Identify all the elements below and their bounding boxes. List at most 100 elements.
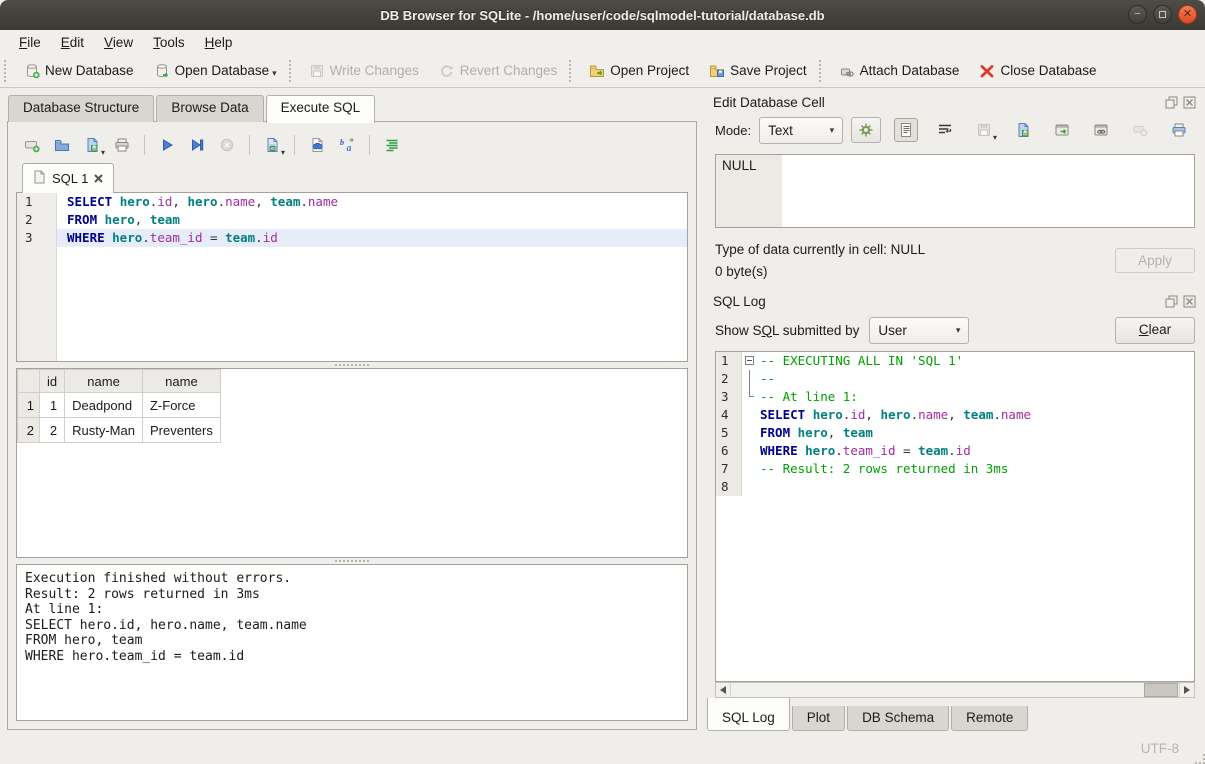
write-changes-button[interactable]: Write Changes	[301, 59, 427, 83]
table-cell[interactable]: Deadpond	[65, 393, 143, 418]
close-panel-icon[interactable]	[1182, 294, 1197, 309]
save-results-button[interactable]: ▾	[260, 133, 284, 157]
titlebar[interactable]: DB Browser for SQLite - /home/user/code/…	[0, 0, 1205, 30]
fold-margin[interactable]	[742, 370, 758, 388]
dock-tab-plot[interactable]: Plot	[792, 706, 845, 731]
scrollbar-thumb[interactable]	[1144, 683, 1178, 697]
find-button[interactable]	[305, 133, 329, 157]
dock-tab-db-schema[interactable]: DB Schema	[847, 706, 949, 731]
column-header[interactable]: name	[142, 370, 220, 393]
open-window-button[interactable]	[1050, 118, 1074, 142]
toolbar-handle[interactable]	[569, 60, 575, 82]
print-button[interactable]	[110, 133, 134, 157]
row-number-cell[interactable]: 1	[18, 393, 40, 418]
table-row[interactable]: 11DeadpondZ-Force	[18, 393, 221, 418]
table-cell[interactable]: 1	[40, 393, 65, 418]
execute-line-button[interactable]	[185, 133, 209, 157]
menu-edit[interactable]: Edit	[52, 33, 93, 52]
fold-collapse-icon[interactable]	[745, 356, 754, 365]
stop-button[interactable]	[215, 133, 239, 157]
export-save-button[interactable]	[1011, 118, 1035, 142]
close-database-button[interactable]: Close Database	[971, 59, 1104, 83]
chevron-down-icon[interactable]: ▾	[101, 148, 105, 157]
chevron-down-icon[interactable]: ▾	[281, 148, 285, 157]
fold-margin[interactable]	[742, 352, 758, 370]
tab-browse-data[interactable]: Browse Data	[156, 95, 263, 122]
sql-log-filter-select[interactable]: User ▾	[869, 317, 969, 344]
print-small-button[interactable]	[1167, 118, 1191, 142]
editor-line[interactable]: 3WHERE hero.team_id = team.id	[17, 229, 687, 247]
link-window-button[interactable]	[1089, 118, 1113, 142]
word-wrap-button[interactable]	[933, 118, 957, 142]
fold-margin[interactable]	[742, 388, 758, 406]
float-panel-icon[interactable]	[1164, 294, 1179, 309]
editor-line[interactable]: 1SELECT hero.id, hero.name, team.name	[17, 193, 687, 211]
execute-button[interactable]	[155, 133, 179, 157]
menu-tools[interactable]: Tools	[144, 33, 194, 52]
sql-save-button[interactable]: ▾	[80, 133, 104, 157]
save-project-button[interactable]: Save Project	[701, 59, 815, 83]
toolbar-handle[interactable]	[289, 60, 295, 82]
attach-database-button[interactable]: Attach Database	[831, 59, 968, 83]
encoding-indicator[interactable]: UTF-8	[1141, 741, 1179, 756]
fold-margin[interactable]	[742, 406, 758, 424]
sql-log-view[interactable]: 1-- EXECUTING ALL IN 'SQL 1'2--3-- At li…	[715, 351, 1195, 682]
replace-button[interactable]: ba	[335, 133, 359, 157]
tab-database-structure[interactable]: Database Structure	[8, 95, 154, 122]
sql-tab[interactable]: SQL 1	[22, 163, 114, 193]
sql-log-hscrollbar[interactable]	[715, 682, 1195, 698]
new-database-button[interactable]: New Database	[16, 59, 142, 83]
dock-tab-remote[interactable]: Remote	[951, 706, 1028, 731]
fold-margin[interactable]	[742, 478, 758, 496]
remove-button[interactable]	[1128, 118, 1152, 142]
maximize-button[interactable]	[1153, 5, 1172, 24]
menu-view[interactable]: View	[95, 33, 142, 52]
chevron-down-icon[interactable]: ▾	[993, 133, 997, 142]
dock-tab-sql-log[interactable]: SQL Log	[707, 698, 790, 731]
row-number-header[interactable]	[18, 370, 40, 393]
toolbar-handle[interactable]	[819, 60, 825, 82]
table-cell[interactable]: Z-Force	[142, 393, 220, 418]
editor-empty-area[interactable]	[17, 247, 687, 361]
resize-grip[interactable]	[1191, 750, 1201, 760]
tab-execute-sql[interactable]: Execute SQL	[266, 95, 376, 123]
clear-log-button[interactable]: Clear	[1115, 317, 1195, 344]
sql-tab-close-icon[interactable]	[94, 174, 103, 183]
sql-editor[interactable]: 1SELECT hero.id, hero.name, team.name2FR…	[16, 192, 688, 362]
column-header[interactable]: name	[65, 370, 143, 393]
close-button[interactable]: ✕	[1178, 5, 1197, 24]
revert-changes-button[interactable]: Revert Changes	[431, 59, 566, 83]
open-project-button[interactable]: Open Project	[581, 59, 697, 83]
chevron-down-icon[interactable]: ▾	[272, 68, 277, 79]
import-button[interactable]: ▾	[972, 118, 996, 142]
execution-status[interactable]: Execution finished without errors.Result…	[16, 564, 688, 721]
fold-margin[interactable]	[742, 460, 758, 478]
scroll-left-icon[interactable]	[716, 683, 731, 697]
tab-new-button[interactable]	[20, 133, 44, 157]
mode-select[interactable]: Text ▾	[759, 117, 843, 144]
close-panel-icon[interactable]	[1182, 95, 1197, 110]
table-cell[interactable]: Preventers	[142, 418, 220, 443]
editor-line[interactable]: 2FROM hero, team	[17, 211, 687, 229]
float-panel-icon[interactable]	[1164, 95, 1179, 110]
apply-button[interactable]: Apply	[1115, 248, 1195, 273]
cell-text-area[interactable]	[782, 155, 1194, 227]
format-button[interactable]	[380, 133, 404, 157]
toolbar-handle[interactable]	[4, 60, 10, 82]
table-cell[interactable]: Rusty-Man	[65, 418, 143, 443]
cell-value-editor[interactable]: NULL	[715, 154, 1195, 228]
table-row[interactable]: 22Rusty-ManPreventers	[18, 418, 221, 443]
sql-open-button[interactable]	[50, 133, 74, 157]
column-header[interactable]: id	[40, 370, 65, 393]
table-cell[interactable]: 2	[40, 418, 65, 443]
open-database-button[interactable]: Open Database▾	[146, 59, 285, 83]
menu-file[interactable]: File	[10, 33, 50, 52]
fold-margin[interactable]	[742, 424, 758, 442]
row-number-cell[interactable]: 2	[18, 418, 40, 443]
minimize-button[interactable]: −	[1128, 5, 1147, 24]
mode-text-button[interactable]	[894, 118, 918, 142]
fold-margin[interactable]	[742, 442, 758, 460]
auto-apply-button[interactable]	[851, 117, 881, 143]
menu-help[interactable]: Help	[196, 33, 242, 52]
scroll-right-icon[interactable]	[1179, 683, 1194, 697]
